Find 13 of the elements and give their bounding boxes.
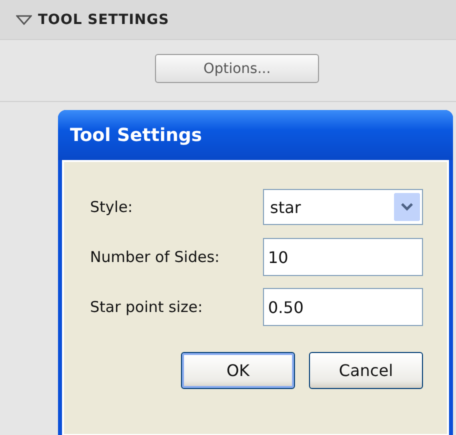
dialog-button[interactable]: Cancel xyxy=(309,352,423,389)
field-label: Number of Sides: xyxy=(90,248,220,266)
dialog-button[interactable]: OK xyxy=(181,352,295,389)
panel-title: TOOL SETTINGS xyxy=(38,12,170,28)
input-field[interactable]: 0.50 xyxy=(263,288,423,326)
collapse-icon[interactable] xyxy=(16,14,32,24)
dropdown-arrow-icon[interactable] xyxy=(394,193,420,221)
field-label: Star point size: xyxy=(90,298,203,316)
style-dropdown[interactable]: star xyxy=(263,189,423,225)
options-button[interactable]: Options... xyxy=(155,54,319,83)
field-label: Style: xyxy=(90,198,133,216)
dialog-title: Tool Settings xyxy=(70,124,202,146)
input-field[interactable]: 10 xyxy=(263,238,423,276)
